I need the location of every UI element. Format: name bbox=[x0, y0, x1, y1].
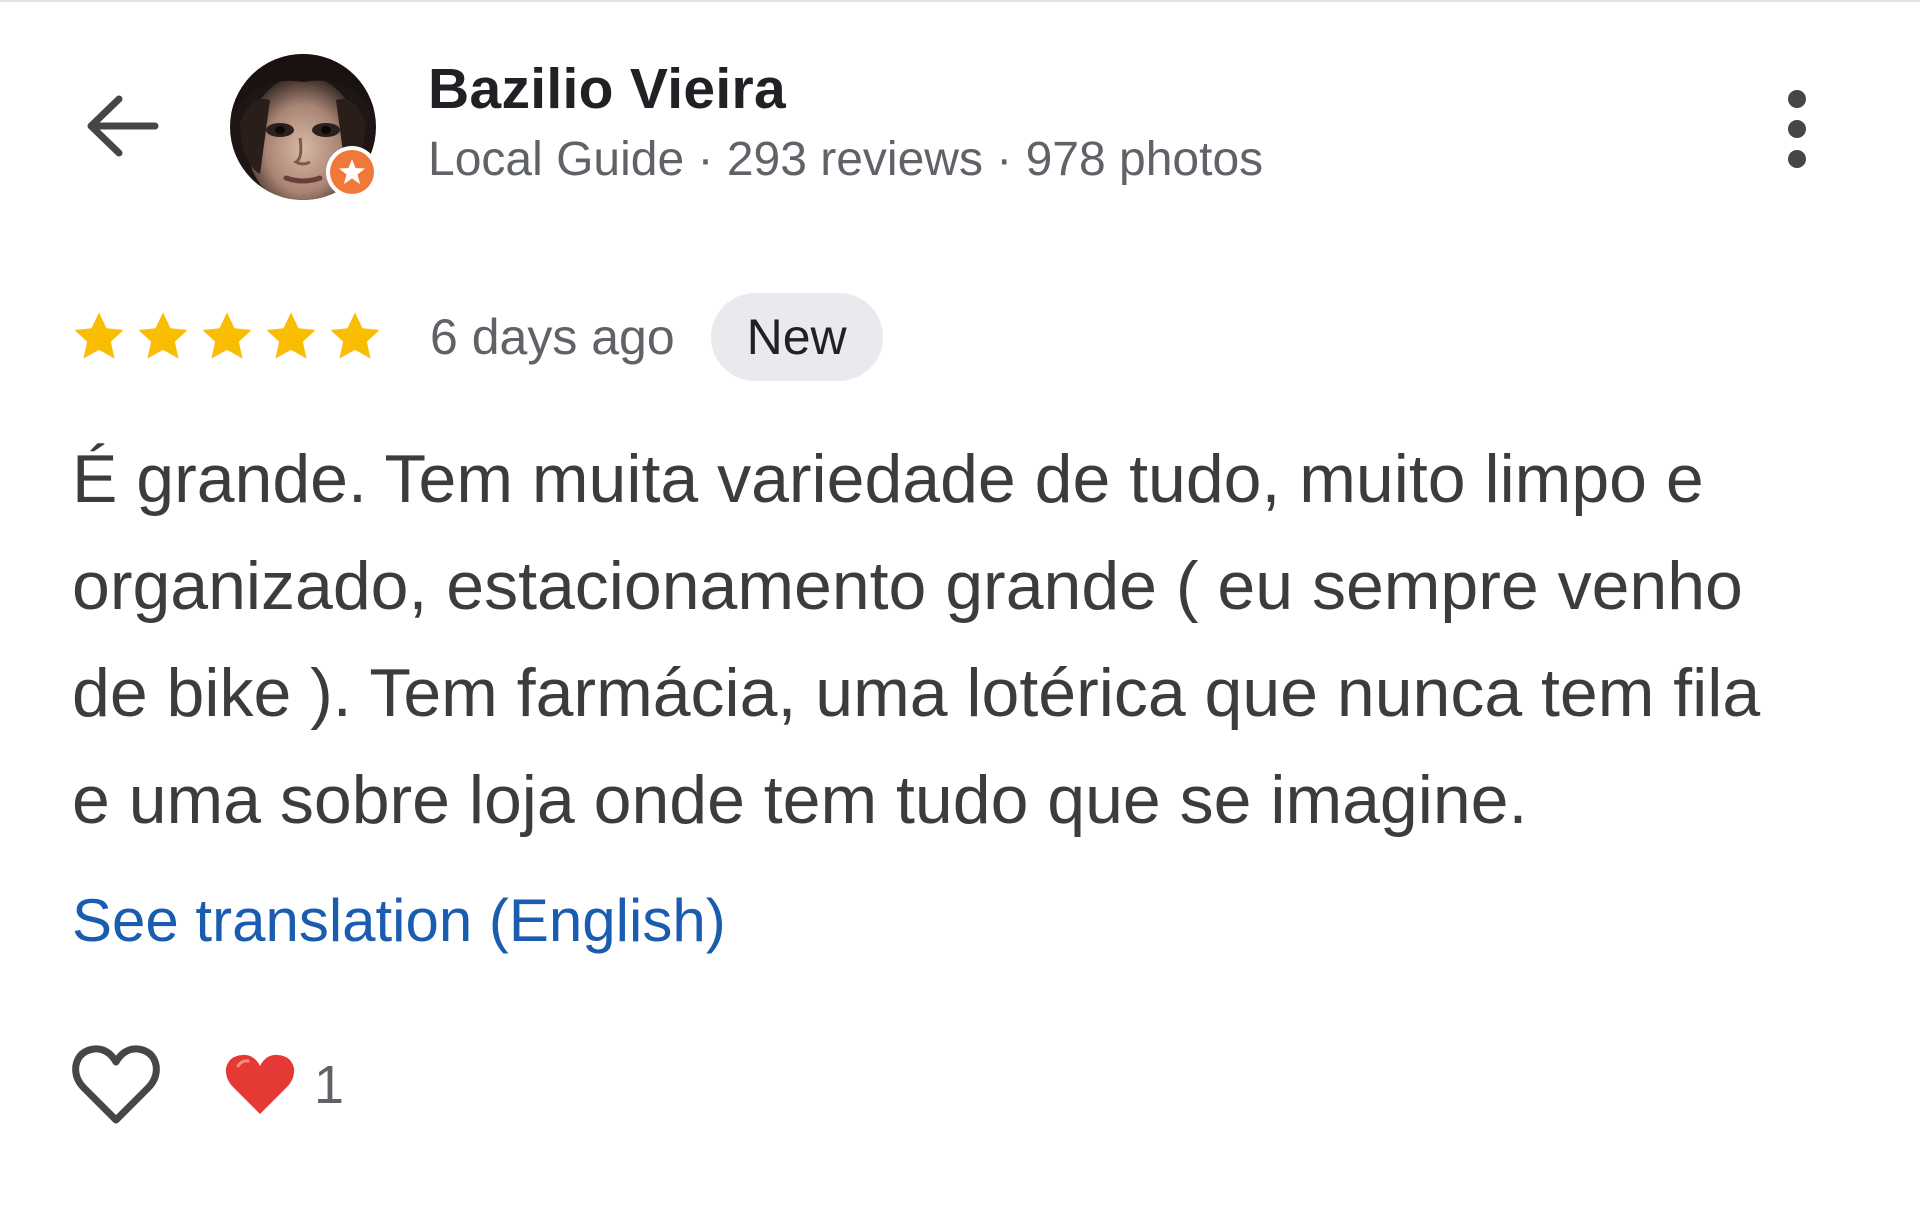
star-icon bbox=[202, 312, 252, 359]
red-heart-icon bbox=[225, 1054, 295, 1114]
see-translation-link[interactable]: See translation (English) bbox=[72, 886, 726, 955]
rating-row: 6 days ago New bbox=[68, 292, 883, 382]
more-vert-icon-dot bbox=[1788, 120, 1806, 138]
reaction-summary[interactable]: 1 bbox=[224, 1052, 344, 1118]
review-text-line: É grande. Tem muita variedade de tudo, m… bbox=[72, 441, 1704, 517]
star-icon bbox=[266, 312, 316, 359]
review-date: 6 days ago bbox=[430, 309, 675, 365]
review-card: Bazilio Vieira Local Guide · 293 reviews… bbox=[0, 0, 1920, 1207]
back-button[interactable] bbox=[76, 86, 168, 166]
more-vert-icon bbox=[1788, 90, 1806, 108]
star-icon bbox=[74, 312, 124, 359]
heart-outline-icon bbox=[72, 1045, 160, 1124]
top-divider bbox=[0, 0, 1920, 2]
more-vert-icon-dot bbox=[1788, 150, 1806, 168]
review-text-line: de bike ). Tem farmácia, uma lotérica qu… bbox=[72, 655, 1761, 731]
local-guide-badge bbox=[326, 146, 378, 198]
star-icon bbox=[138, 312, 188, 359]
review-text-line: organizado, estacionamento grande ( eu s… bbox=[72, 548, 1743, 624]
reviewer-name[interactable]: Bazilio Vieira bbox=[428, 56, 786, 122]
arrow-back-icon bbox=[87, 95, 159, 157]
avatar[interactable] bbox=[230, 54, 378, 200]
more-options-button[interactable] bbox=[1762, 84, 1832, 174]
star-icon bbox=[330, 312, 380, 359]
review-actions: 1 bbox=[70, 1030, 344, 1140]
like-button[interactable] bbox=[70, 1039, 162, 1131]
review-text-line: e uma sobre loja onde tem tudo que se im… bbox=[72, 762, 1528, 838]
review-text: É grande. Tem muita variedade de tudo, m… bbox=[72, 426, 1872, 854]
new-badge: New bbox=[710, 293, 883, 381]
reviewer-meta: Local Guide · 293 reviews · 978 photos bbox=[428, 133, 1264, 186]
local-guide-star-badge-icon bbox=[339, 159, 365, 184]
star-rating bbox=[68, 306, 386, 368]
reaction-count: 1 bbox=[314, 1055, 345, 1115]
